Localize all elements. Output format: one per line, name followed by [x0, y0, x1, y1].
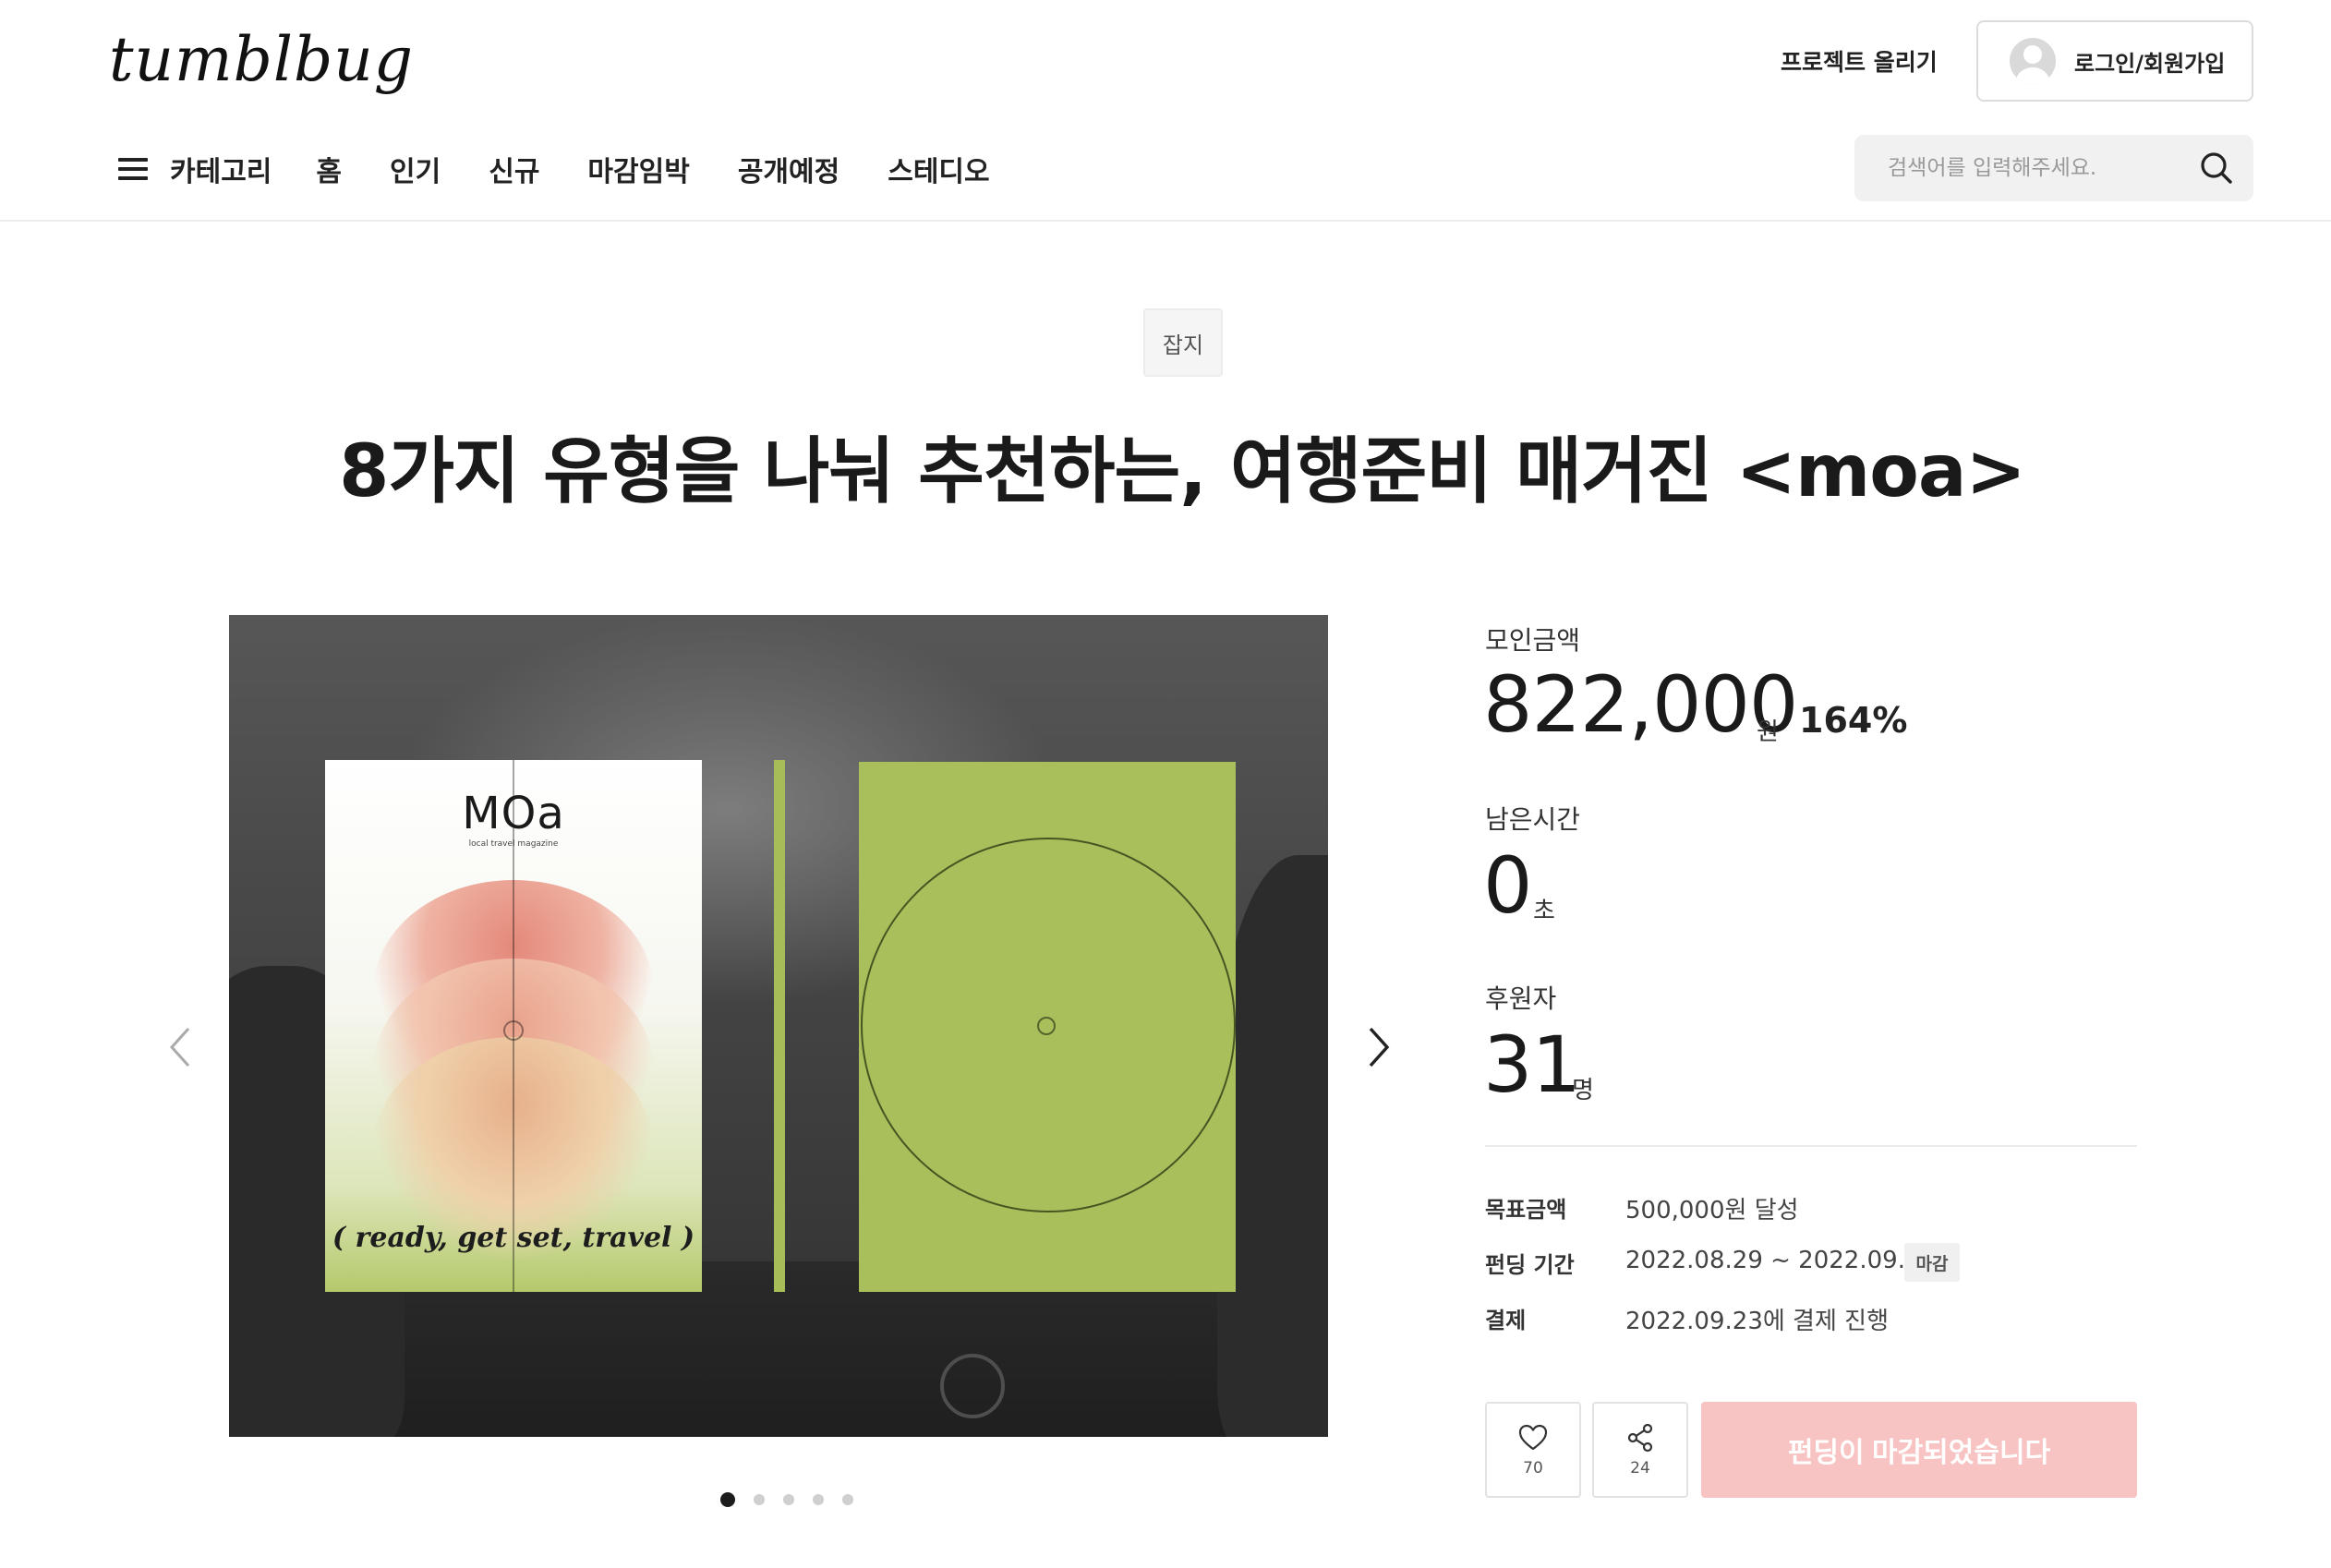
goal-label: 목표금액: [1485, 1197, 1567, 1223]
time-left-label: 남은시간: [1485, 804, 1581, 835]
period-value: 2022.08.29 ~ 2022.09.22: [1625, 1247, 1937, 1274]
search-input[interactable]: [1888, 156, 2198, 180]
raised-percent: 164%: [1799, 700, 1908, 741]
site-header: tumblbug 프로젝트 올리기 로그인/회원가입 카테고리 홈 인기 신규 …: [0, 0, 2331, 222]
backers-label: 후원자: [1485, 983, 1557, 1014]
magazine-subtitle: local travel magazine: [468, 839, 559, 849]
magazine-front-cover: MOa local travel magazine ( ready, get s…: [325, 760, 702, 1292]
backers-unit: 명: [1572, 1077, 1594, 1104]
period-label: 펀딩 기간: [1485, 1252, 1575, 1278]
project-main-image: MOa local travel magazine ( ready, get s…: [229, 615, 1328, 1437]
raised-amount-unit: 원: [1757, 718, 1779, 746]
magazine-tagline: ( ready, get set, travel ): [332, 1222, 695, 1254]
raised-amount-value: 822,000: [1483, 659, 1798, 750]
category-tag[interactable]: 잡지: [1143, 308, 1223, 377]
raised-amount-label: 모인금액: [1485, 625, 1581, 656]
heart-icon: [1518, 1424, 1548, 1451]
nav-steady[interactable]: 스테디오: [888, 149, 989, 189]
share-button[interactable]: 24: [1592, 1402, 1688, 1498]
project-title: 8가지 유형을 나눠 추천하는, 여행준비 매거진 <moa>: [339, 430, 2026, 513]
upload-project-link[interactable]: 프로젝트 올리기: [1781, 44, 1938, 78]
payment-label: 결제: [1485, 1308, 1527, 1333]
avatar-icon: [2010, 38, 2056, 84]
carousel-dot-3[interactable]: [783, 1494, 794, 1505]
carousel-dot-1[interactable]: [720, 1492, 735, 1507]
nav-popular[interactable]: 인기: [390, 149, 441, 189]
carousel-prev-arrow-icon[interactable]: [163, 1023, 199, 1071]
stats-divider: [1485, 1145, 2137, 1147]
carousel-dot-2[interactable]: [754, 1494, 765, 1505]
share-count: 24: [1630, 1459, 1650, 1478]
closed-status-badge: 마감: [1904, 1243, 1960, 1282]
login-signup-label: 로그인/회원가입: [2074, 50, 2226, 77]
backers-value: 31: [1483, 1019, 1581, 1110]
nav-closing-soon[interactable]: 마감임박: [587, 149, 689, 189]
search-icon[interactable]: [2198, 150, 2235, 187]
login-signup-button[interactable]: 로그인/회원가입: [1976, 20, 2253, 102]
magazine-back-cover: [859, 762, 1236, 1292]
share-icon: [1627, 1423, 1653, 1453]
carousel-dot-4[interactable]: [813, 1494, 824, 1505]
search-bar: [1854, 135, 2253, 201]
like-button[interactable]: 70: [1485, 1402, 1581, 1498]
like-count: 70: [1523, 1459, 1543, 1478]
nav-home[interactable]: 홈: [316, 149, 342, 189]
time-left-unit: 초: [1533, 898, 1555, 925]
main-nav: 카테고리 홈 인기 신규 마감임박 공개예정 스테디오: [118, 148, 1038, 190]
hamburger-menu-icon[interactable]: [118, 156, 150, 182]
carousel-dot-5[interactable]: [842, 1494, 853, 1505]
nav-category[interactable]: 카테고리: [170, 149, 272, 189]
time-left-value: 0: [1483, 840, 1532, 931]
carousel-dots: [720, 1492, 872, 1507]
magazine-spine: [774, 760, 785, 1292]
nav-new[interactable]: 신규: [489, 149, 539, 189]
tumblbug-logo[interactable]: tumblbug: [109, 24, 414, 95]
nav-upcoming[interactable]: 공개예정: [738, 149, 839, 189]
magazine-logo: MOa: [462, 788, 565, 839]
funding-closed-button[interactable]: 펀딩이 마감되었습니다: [1701, 1402, 2137, 1498]
carousel-next-arrow-icon[interactable]: [1359, 1023, 1396, 1071]
goal-value: 500,000원 달성: [1625, 1197, 1799, 1224]
payment-value: 2022.09.23에 결제 진행: [1625, 1308, 1889, 1335]
